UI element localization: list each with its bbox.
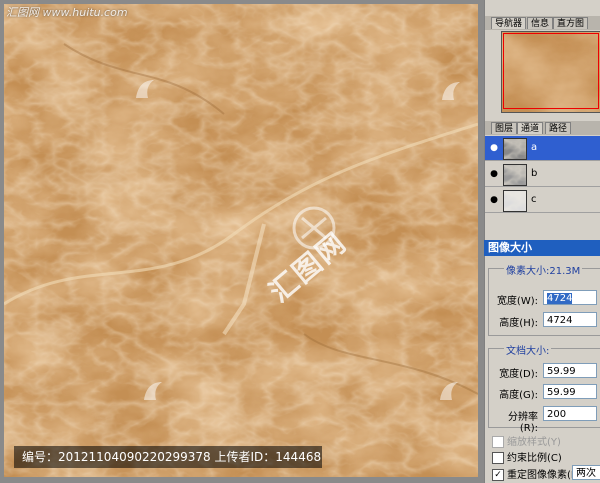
doc-width-field[interactable]: 59.99: [543, 363, 597, 378]
pixel-dimensions-label: 像素大小:21.3M: [504, 262, 583, 277]
channel-name: b: [531, 168, 538, 179]
channel-thumbnail: [503, 190, 527, 212]
resolution-field[interactable]: 200: [543, 406, 597, 421]
tab-info[interactable]: 信息: [527, 17, 554, 29]
resolution-label: 分辨率(R):: [508, 412, 538, 434]
channel-name: c: [531, 194, 537, 205]
site-watermark: 汇图网 www.huitu.com: [6, 6, 128, 19]
doc-height-field[interactable]: 59.99: [543, 384, 597, 399]
pixel-height-field[interactable]: 4724: [543, 312, 597, 327]
channel-name: a: [531, 142, 538, 153]
tab-layers[interactable]: 图层: [491, 122, 518, 134]
tab-histogram[interactable]: 直方图: [553, 17, 589, 29]
channel-row[interactable]: ● a: [485, 136, 600, 161]
navigator-view-box[interactable]: [503, 33, 599, 109]
channel-row[interactable]: ● c: [485, 188, 600, 213]
navigator-tab-row: 导航器 信息 直方图: [485, 16, 600, 30]
resample-method-select[interactable]: 两次: [572, 465, 600, 480]
image-size-dialog-title: 图像大小: [484, 240, 600, 256]
doc-width-label: 宽度(D):: [499, 369, 538, 380]
eye-icon[interactable]: ●: [489, 169, 499, 179]
eye-icon[interactable]: ●: [489, 195, 499, 205]
checkbox-box: [492, 436, 504, 448]
tab-channels[interactable]: 通道: [517, 122, 544, 134]
tab-navigator[interactable]: 导航器: [491, 17, 527, 29]
document-size-label: 文档大小:: [504, 342, 552, 357]
scale-styles-checkbox[interactable]: 缩放样式(Y): [492, 433, 561, 448]
channels-tab-row: 图层 通道 路径: [485, 121, 600, 135]
watermark-logo-icon: [440, 382, 458, 400]
checkmark-icon: ✓: [492, 469, 504, 481]
channel-thumbnail: [503, 138, 527, 160]
checkbox-box: [492, 452, 504, 464]
doc-height-label: 高度(G):: [499, 390, 538, 401]
marble-texture-image: [4, 4, 478, 477]
watermark-logo-icon: [144, 382, 162, 400]
watermark-logo-icon: [442, 82, 460, 100]
watermark-logo-icon: [136, 80, 154, 98]
resample-checkbox[interactable]: ✓ 重定图像像素(I):: [492, 466, 581, 481]
channel-thumbnail: [503, 164, 527, 186]
pixel-height-label: 高度(H):: [499, 318, 538, 329]
image-id-bar: 编号：20121104090220299378 上传者ID：144468: [14, 446, 322, 468]
tab-paths[interactable]: 路径: [545, 122, 572, 134]
channel-row[interactable]: ● b: [485, 162, 600, 187]
constrain-proportions-checkbox[interactable]: 约束比例(C): [492, 449, 562, 464]
eye-icon[interactable]: ●: [489, 143, 499, 153]
pixel-width-field[interactable]: 4724: [543, 290, 597, 305]
image-canvas[interactable]: 汇图网 www.huitu.com 汇图网 编号：201211040902202…: [0, 0, 484, 483]
pixel-width-label: 宽度(W):: [496, 296, 538, 307]
